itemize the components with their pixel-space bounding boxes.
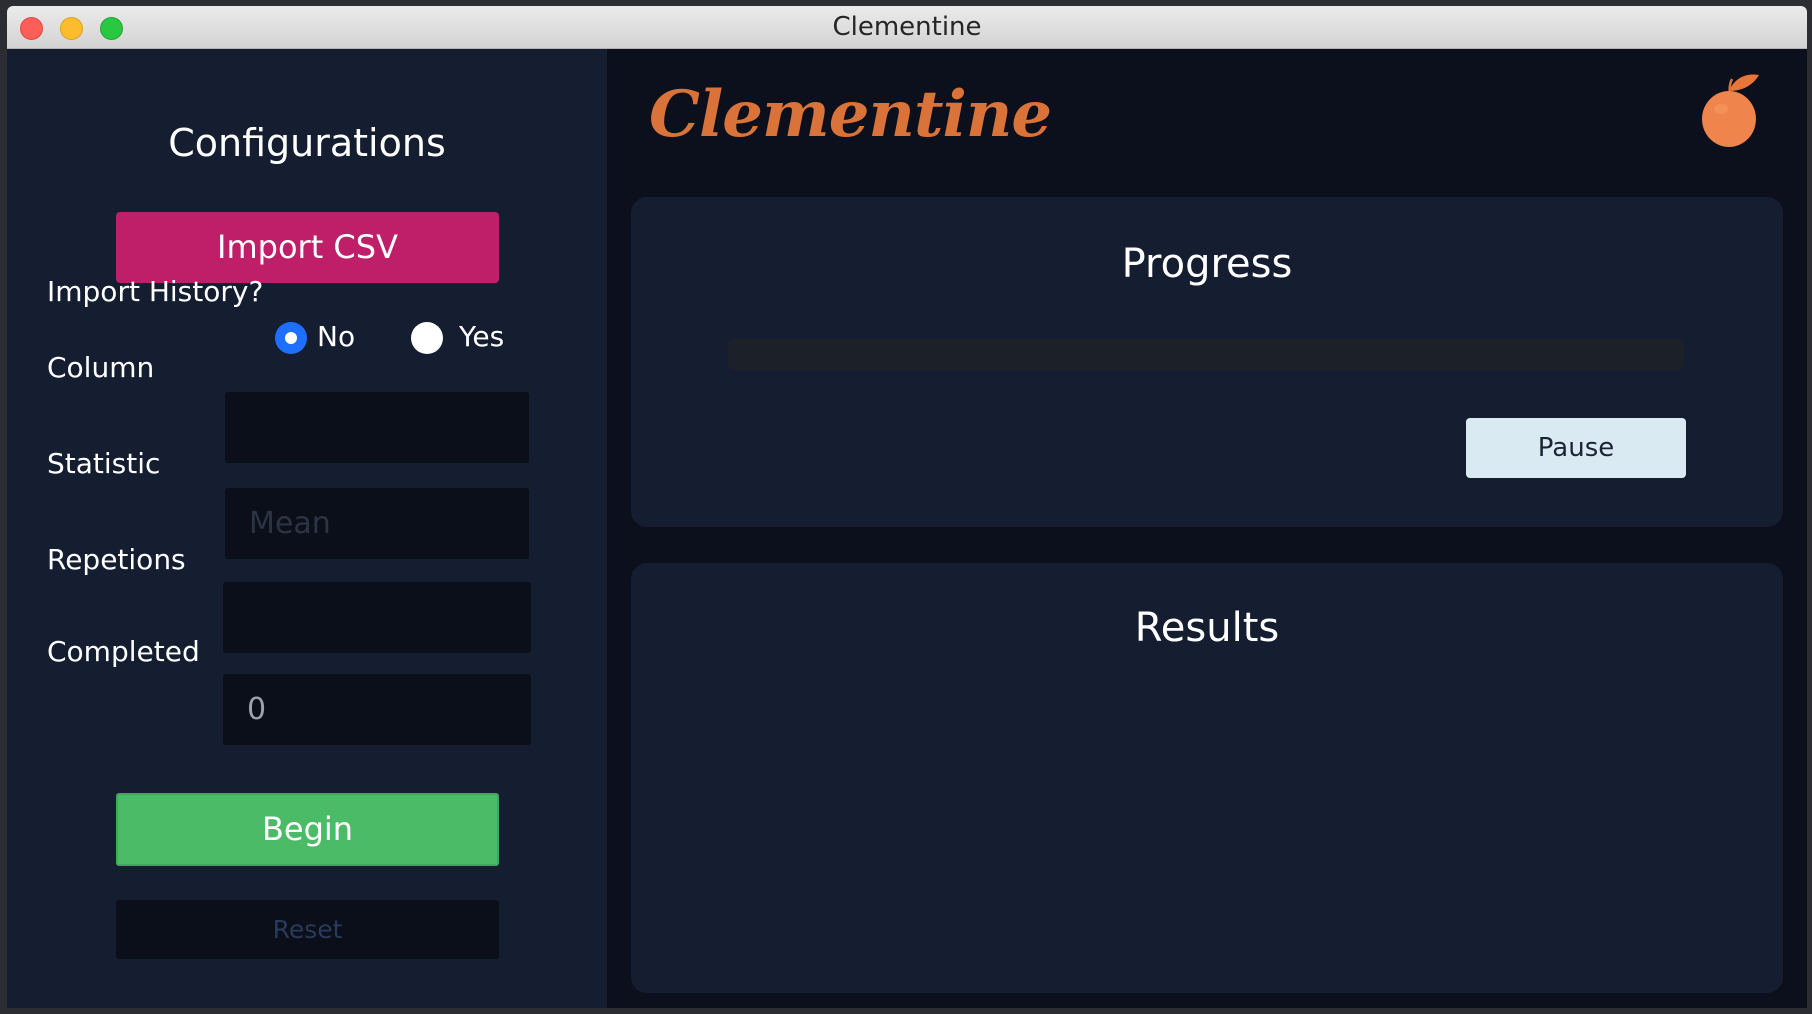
import-history-label: Import History?	[47, 275, 264, 308]
main-panel: Clementine Progress Pause Results	[607, 49, 1807, 1008]
begin-button[interactable]: Begin	[116, 793, 499, 866]
clementine-fruit-icon	[1702, 74, 1759, 147]
results-card: Results	[631, 563, 1783, 993]
reset-button[interactable]: Reset	[116, 900, 499, 959]
progress-title: Progress	[1121, 241, 1293, 287]
statistic-input[interactable]	[225, 488, 529, 559]
window-title: Clementine	[832, 12, 982, 42]
configurations-sidebar: Configurations Import CSV Import History…	[7, 49, 607, 1008]
import-history-yes-label[interactable]: Yes	[459, 320, 504, 353]
results-title: Results	[1134, 605, 1280, 651]
import-csv-button[interactable]: Import CSV	[116, 212, 499, 283]
completed-input[interactable]	[223, 674, 531, 745]
pause-button[interactable]: Pause	[1466, 418, 1686, 478]
import-history-no-radio[interactable]	[275, 322, 307, 354]
brand-wordmark: Clementine	[649, 77, 1052, 152]
import-history-yes-radio[interactable]	[411, 322, 443, 354]
column-label: Column	[47, 351, 155, 384]
repetitions-input[interactable]	[223, 582, 531, 653]
column-input[interactable]	[225, 392, 529, 463]
progress-bar	[728, 339, 1684, 370]
progress-card: Progress Pause	[631, 197, 1783, 527]
repetitions-label: Repetions	[47, 543, 186, 576]
title-bar[interactable]: Clementine	[7, 6, 1807, 49]
sidebar-title: Configurations	[168, 121, 446, 165]
import-history-no-label[interactable]: No	[317, 320, 355, 353]
completed-label: Completed	[47, 635, 200, 668]
app-window: Clementine Configurations Import CSV Imp…	[7, 6, 1807, 1008]
statistic-label: Statistic	[47, 447, 161, 480]
